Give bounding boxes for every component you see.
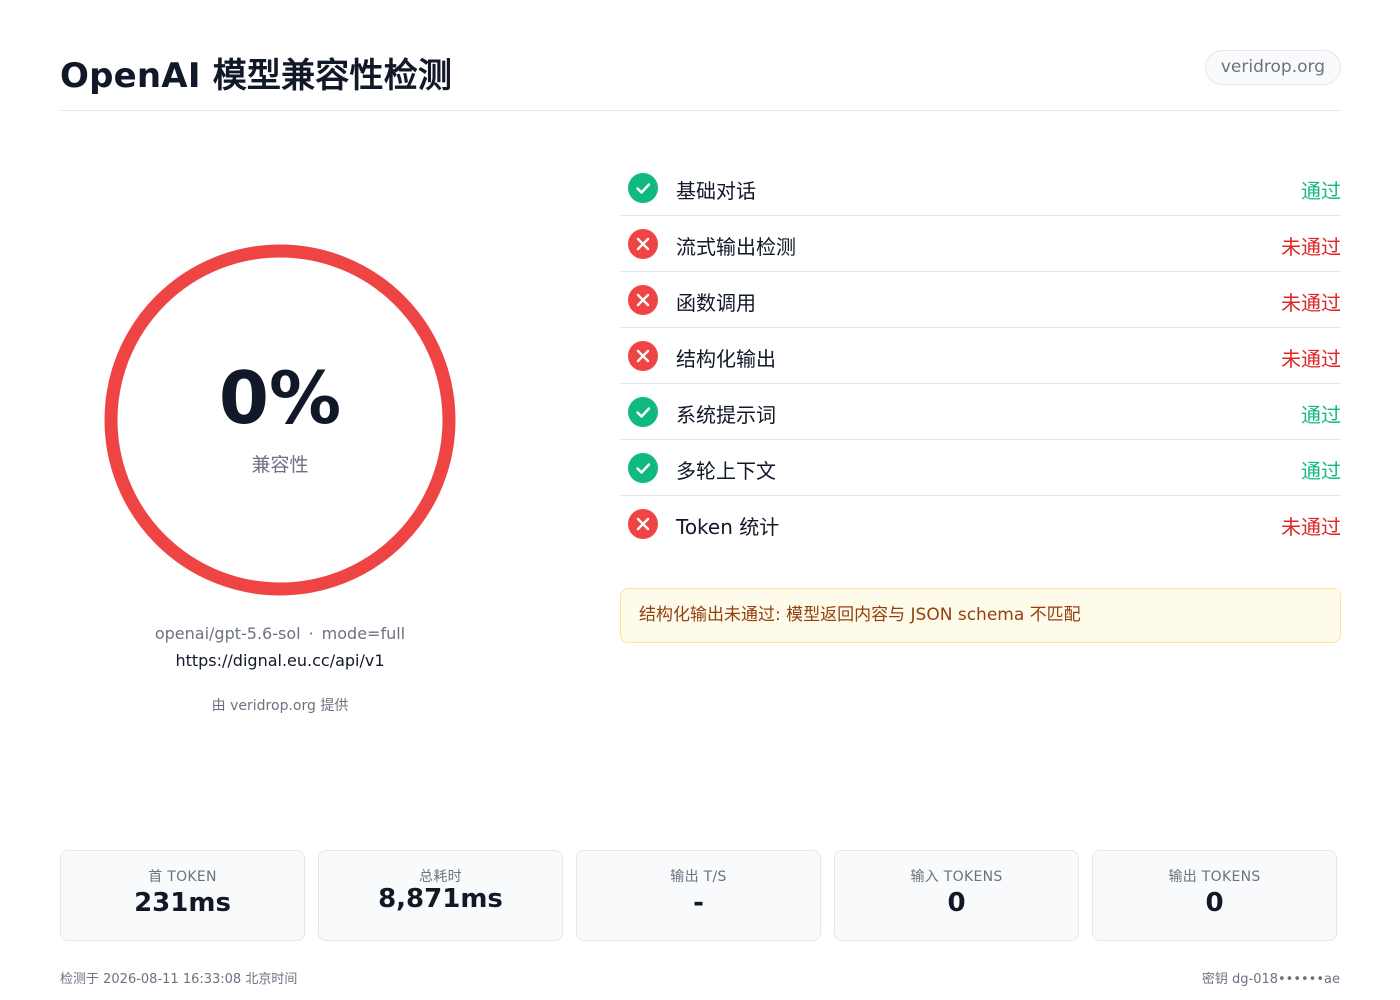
endpoint-url: https://dignal.eu.cc/api/v1 (175, 651, 385, 670)
check-status: 未通过 (1281, 291, 1341, 315)
page-header: OpenAI 模型兼容性检测 veridrop.org (60, 40, 1341, 111)
check-status: 未通过 (1281, 235, 1341, 259)
score-panel: 0% 兼容性 openai/gpt-5.6-sol · mode=full http… (60, 110, 500, 750)
check-status: 未通过 (1281, 347, 1341, 371)
model-name: openai/gpt-5.6-sol (154, 624, 301, 643)
cross-icon (628, 229, 658, 259)
stat-card: 输出 T/S - (576, 850, 821, 941)
mode-text: mode=full (321, 624, 406, 643)
stat-label: 输出 TOKENS (1168, 869, 1261, 885)
check-name: Token 统计 (676, 515, 780, 539)
check-row: 基础对话 通过 (620, 160, 1341, 216)
separator: · (308, 624, 314, 643)
check-status: 通过 (1301, 403, 1341, 427)
check-row: Token 统计 未通过 (620, 496, 1341, 552)
check-row: 多轮上下文 通过 (620, 440, 1341, 496)
model-info: openai/gpt-5.6-sol · mode=full (60, 624, 500, 643)
check-row: 系统提示词 通过 (620, 384, 1341, 440)
cross-icon (628, 509, 658, 539)
warning-banner: 结构化输出未通过: 模型返回内容与 JSON schema 不匹配 (620, 588, 1341, 643)
check-name: 系统提示词 (676, 403, 776, 427)
check-icon (628, 173, 658, 203)
footer-timestamp: 检测于 2026-08-11 16:33:08 北京时间 (60, 972, 298, 987)
check-row: 流式输出检测 未通过 (620, 216, 1341, 272)
check-name: 函数调用 (676, 291, 756, 315)
stat-label: 总耗时 (419, 869, 462, 885)
stat-value: 0 (1205, 888, 1224, 918)
check-row: 结构化输出 未通过 (620, 328, 1341, 384)
footer-key: 密钥 dg-018••••••ae (1201, 972, 1340, 987)
powered-by[interactable]: 由 veridrop.org 提供 (60, 695, 500, 715)
stat-card: 输入 TOKENS 0 (834, 850, 1079, 941)
check-status: 未通过 (1281, 515, 1341, 539)
check-name: 多轮上下文 (676, 459, 776, 483)
check-icon (628, 453, 658, 483)
stat-label: 输入 TOKENS (910, 869, 1003, 885)
cross-icon (628, 341, 658, 371)
stat-card: 首 TOKEN 231ms (60, 850, 305, 941)
check-list: 基础对话 通过 流式输出检测 未通过 函数调用 未通过 结构化输出 未通过 系统提示词 通过 多轮上… (620, 160, 1341, 552)
page-title: OpenAI 模型兼容性检测 (60, 56, 453, 96)
check-row: 函数调用 未通过 (620, 272, 1341, 328)
check-status: 通过 (1301, 179, 1341, 203)
domain-badge[interactable]: veridrop.org (1204, 50, 1341, 85)
check-name: 结构化输出 (676, 347, 776, 371)
check-icon (628, 397, 658, 427)
stat-value: - (693, 888, 704, 918)
check-name: 流式输出检测 (676, 235, 796, 259)
stat-card: 输出 TOKENS 0 (1092, 850, 1337, 941)
stat-value: 0 (947, 888, 966, 918)
stat-label: 输出 T/S (670, 869, 727, 885)
stat-label: 首 TOKEN (148, 869, 217, 885)
check-name: 基础对话 (676, 179, 756, 203)
score-label: 兼容性 (251, 454, 309, 476)
stat-value: 8,871ms (378, 884, 503, 914)
stat-card: 总耗时 8,871ms (318, 850, 563, 941)
stat-value: 231ms (134, 888, 231, 918)
score-ring: 0% 兼容性 (104, 244, 456, 596)
check-status: 通过 (1301, 459, 1341, 483)
score-value: 0% (218, 356, 342, 440)
cross-icon (628, 285, 658, 315)
stats-row: 首 TOKEN 231ms 总耗时 8,871ms 输出 T/S - 输入 TOKENS 0 输… (60, 850, 1337, 941)
